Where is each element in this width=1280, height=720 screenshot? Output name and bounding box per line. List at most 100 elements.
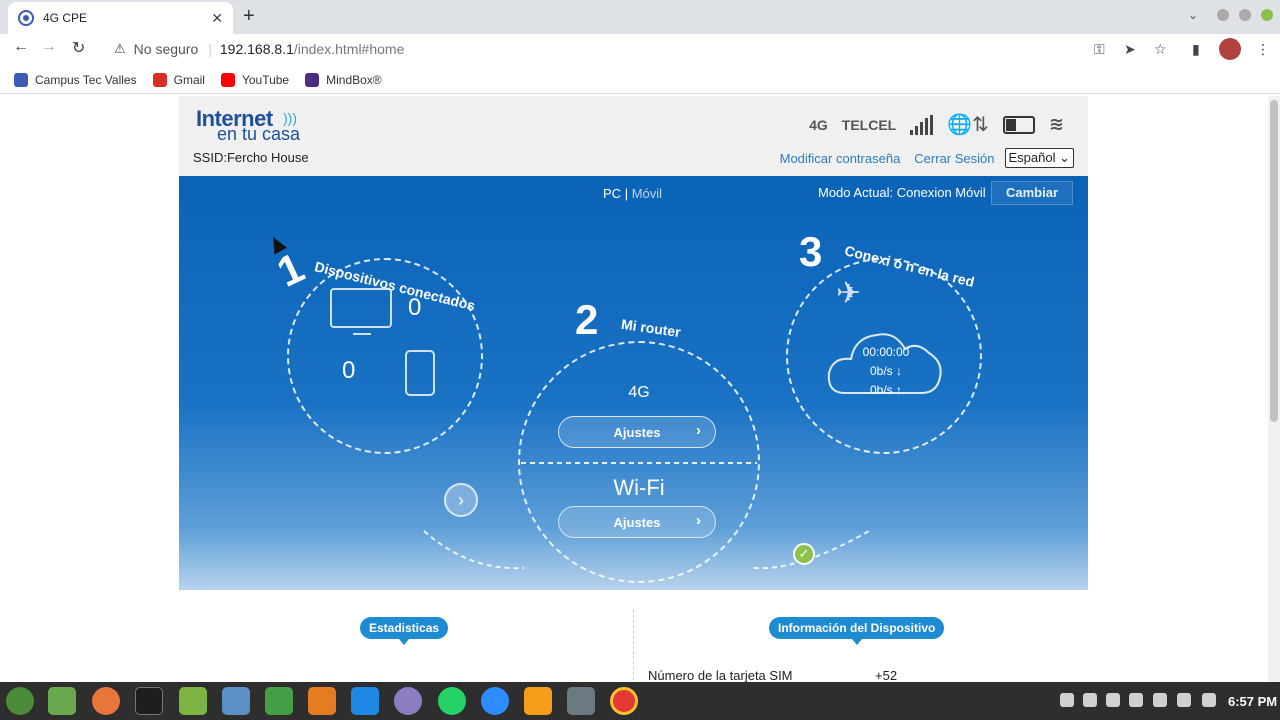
tray-bluetooth-icon[interactable] (1060, 693, 1074, 707)
wifi-settings-button[interactable]: Ajustes › (558, 506, 716, 538)
address-bar[interactable]: ⚠ No seguro | 192.168.8.1 /index.html#ho… (104, 35, 1184, 63)
download-rate: 0b/s ↓ (869, 364, 902, 378)
bookmark-label: Gmail (173, 72, 205, 87)
menu-launcher-icon[interactable] (6, 687, 34, 715)
carrier-name: TELCEL (841, 116, 897, 133)
tab-search-chevron-icon[interactable]: ⌄ (1188, 8, 1198, 22)
url-path[interactable]: /index.html#home (294, 41, 405, 57)
show-desktop-icon[interactable] (48, 687, 76, 715)
close-window-button[interactable] (1261, 9, 1273, 21)
profile-avatar[interactable] (1219, 38, 1241, 60)
warning-triangle-icon[interactable]: ⚠ (114, 41, 126, 57)
status-icons: 4G TELCEL 🌐⇅ ≋ (795, 112, 1064, 137)
step2-number: 2 (575, 296, 599, 343)
mindbox-icon (305, 72, 320, 87)
taskbar-clock[interactable]: 6:57 PM (1228, 694, 1277, 709)
new-tab-button[interactable]: + (243, 5, 255, 28)
connected-check-icon: ✓ (793, 543, 815, 565)
globe-data-icon: 🌐⇅ (947, 114, 989, 136)
language-select[interactable]: Español ⌄ (1004, 148, 1074, 168)
reload-icon[interactable]: ↻ (72, 38, 85, 58)
settings-label: Ajustes (613, 514, 661, 530)
tab-close-icon[interactable]: ✕ (211, 10, 223, 27)
zoom-icon[interactable] (481, 687, 509, 715)
step3-number: 3 (799, 228, 823, 275)
image-viewer-icon[interactable] (222, 687, 250, 715)
paper-plane-icon: ✈ (836, 277, 862, 310)
bookmark-label: YouTube (241, 72, 290, 87)
bookmark-youtube[interactable]: YouTube (220, 72, 290, 87)
pc-device-count: 0 (408, 294, 422, 321)
language-value: Español (1008, 150, 1056, 165)
writer-icon[interactable] (351, 687, 379, 715)
star-bookmark-icon[interactable]: ☆ (1154, 41, 1167, 58)
mobile-device-count: 0 (342, 357, 356, 384)
page-scrollbar-thumb[interactable] (1270, 100, 1278, 422)
ssid-label: SSID:Fercho House (193, 150, 309, 165)
tab-title: 4G CPE (43, 11, 88, 25)
tray-printer-icon[interactable] (1129, 693, 1143, 707)
wifi-title: Wi-Fi (613, 475, 665, 500)
network-type: 4G (809, 116, 828, 133)
bookmark-label: Campus Tec Valles (35, 72, 137, 87)
os-taskbar: 6:57 PM (0, 682, 1280, 720)
signal-strength-icon (910, 114, 934, 135)
browser-toolbar: ← → ↻ ⚠ No seguro | 192.168.8.1 /index.h… (0, 34, 1280, 64)
stats-section-title: Estadisticas (360, 617, 449, 645)
tray-shield-icon[interactable] (1106, 693, 1120, 707)
router-circle (518, 341, 760, 583)
tray-clipboard-icon[interactable] (1083, 693, 1097, 707)
wifi-icon: ≋ (1048, 114, 1064, 134)
devices-arrow-button[interactable]: › (444, 483, 478, 517)
section-divider (633, 610, 634, 682)
settings-label: Ajustes (613, 424, 661, 440)
chevron-right-icon: › (696, 512, 701, 529)
firefox-icon[interactable] (92, 687, 120, 715)
spreadsheet-icon[interactable] (265, 687, 293, 715)
bookmark-gmail[interactable]: Gmail (152, 72, 205, 87)
bookmark-mindbox[interactable]: MindBox® (305, 72, 382, 87)
sublime-text-icon[interactable] (524, 687, 552, 715)
router-settings-button[interactable]: Ajustes › (558, 416, 716, 448)
send-icon[interactable]: ➤ (1124, 41, 1136, 58)
back-arrow-icon[interactable]: ← (13, 38, 29, 56)
minimize-window-button[interactable] (1217, 9, 1229, 21)
monitor-icon (330, 288, 392, 335)
youtube-icon (220, 72, 235, 87)
presentation-icon[interactable] (308, 687, 336, 715)
logout-link[interactable]: Cerrar Sesión (914, 151, 994, 166)
terminal-icon[interactable] (135, 687, 163, 715)
display-settings-icon[interactable] (567, 687, 595, 715)
side-panel-icon[interactable]: ▮ (1192, 41, 1200, 58)
url-separator: | (208, 41, 212, 57)
battery-icon (1002, 115, 1035, 134)
tray-wifi-icon[interactable] (1153, 693, 1167, 707)
modify-password-link[interactable]: Modificar contraseña (780, 151, 901, 166)
security-label[interactable]: No seguro (134, 41, 199, 57)
files-folder-icon[interactable] (179, 687, 207, 715)
forward-arrow-icon[interactable]: → (41, 38, 57, 56)
device-info-section-title: Información del Dispositivo (769, 617, 945, 645)
page-header: Internet ))) en tu casa SSID:Fercho Hous… (179, 96, 1088, 176)
screenshot-tool-icon[interactable] (394, 687, 422, 715)
browser-tab[interactable]: 4G CPE ✕ (8, 2, 233, 34)
tray-volume-icon[interactable] (1177, 693, 1191, 707)
whatsapp-icon[interactable] (438, 687, 466, 715)
campus-tec-icon (14, 72, 28, 87)
key-icon[interactable]: ⚿ (1094, 41, 1105, 58)
upload-rate: 0b/s ↑ (869, 383, 902, 397)
sim-number-label: Número de la tarjeta SIM (648, 668, 793, 682)
menu-dots-icon[interactable]: ⋮ (1256, 41, 1270, 58)
browser-tabstrip: 4G CPE ✕ + ⌄ (0, 0, 1280, 34)
status-banner: PC | Móvil Modo Actual: Conexion Móvil C… (179, 176, 1088, 590)
header-links: Modificar contraseña Cerrar Sesión Españ… (766, 148, 1074, 168)
url-host[interactable]: 192.168.8.1 (220, 41, 294, 57)
tray-battery-icon[interactable] (1202, 693, 1216, 707)
sim-number-value: +52 (875, 668, 898, 682)
chrome-icon[interactable] (610, 687, 638, 715)
bookmark-campus-tec-valles[interactable]: Campus Tec Valles (14, 72, 137, 87)
phone-icon (405, 350, 435, 396)
connection-time: 00:00:00 (862, 345, 910, 359)
router-network-type: 4G (628, 384, 650, 401)
maximize-window-button[interactable] (1239, 9, 1251, 21)
